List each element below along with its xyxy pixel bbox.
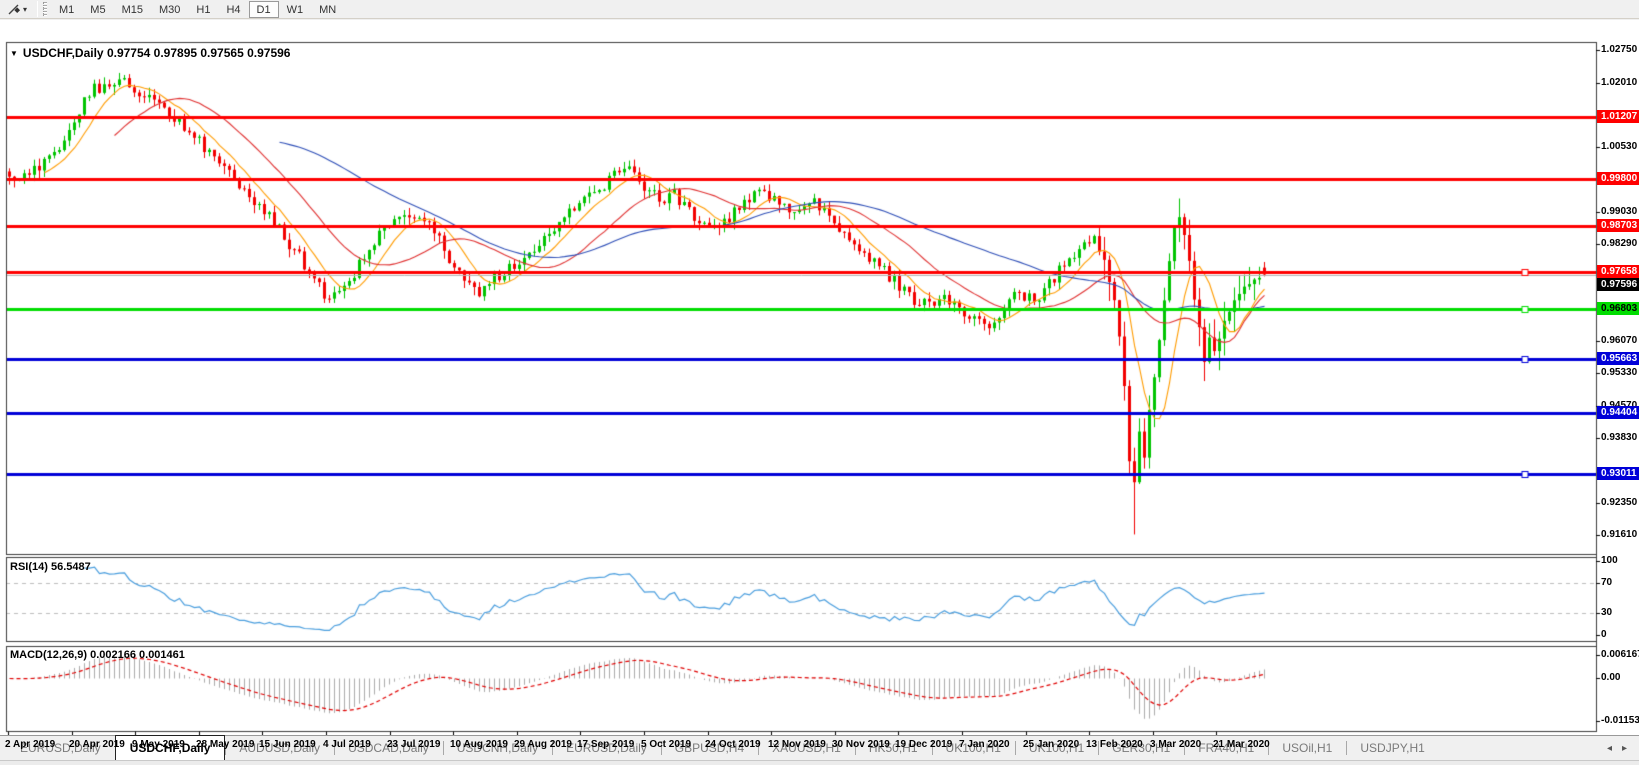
date-axis-label: 7 Jan 2020 [959, 739, 1010, 750]
price-axis-tick: 1.02010 [1601, 77, 1639, 88]
level-price-box: 0.95663 [1597, 352, 1639, 365]
line-studies-icon [7, 2, 21, 16]
rsi-axis-tick: 70 [1601, 577, 1639, 588]
tab-scroll-controls: ◂ ▸ [1607, 743, 1639, 754]
price-axis-tick: 1.02750 [1601, 44, 1639, 55]
chart-window: ▼ USDCHF,Daily 0.97754 0.97895 0.97565 0.… [0, 20, 1639, 717]
timeframe-button-mn[interactable]: MN [311, 1, 344, 18]
rsi-axis-tick: 0 [1601, 629, 1639, 640]
level-price-box: 0.96803 [1597, 302, 1639, 315]
macd-indicator-label: MACD(12,26,9) 0.002166 0.001461 [10, 649, 185, 661]
level-price-box: 1.01207 [1597, 110, 1639, 123]
date-axis-label: 23 Jul 2019 [387, 739, 440, 750]
chevron-down-icon: ▾ [23, 5, 27, 14]
tab-scroll-right-icon[interactable]: ▸ [1622, 743, 1627, 754]
macd-axis-tick: 0.00 [1601, 672, 1639, 683]
rsi-axis-tick: 100 [1601, 555, 1639, 566]
timeframe-button-m5[interactable]: M5 [82, 1, 113, 18]
date-axis-label: 15 Jun 2019 [259, 739, 316, 750]
timeframe-button-h1[interactable]: H1 [188, 1, 218, 18]
price-axis-tick: 0.92350 [1601, 497, 1639, 508]
trading-app: ▾ M1M5M15M30H1H4D1W1MN ▼ USDCHF,Daily 0.9… [0, 0, 1639, 765]
level-price-box: 0.97658 [1597, 265, 1639, 278]
date-axis-label: 10 Aug 2019 [450, 739, 508, 750]
price-axis-tick: 0.91610 [1601, 529, 1639, 540]
timeframe-button-m15[interactable]: M15 [114, 1, 151, 18]
date-axis-label: 5 Oct 2019 [641, 739, 691, 750]
level-price-box: 0.93011 [1597, 467, 1639, 480]
price-axis-tick: 0.93830 [1601, 432, 1639, 443]
chart-tab-usoil-h1[interactable]: USOil,H1 [1268, 737, 1346, 760]
date-axis-label: 24 Oct 2019 [705, 739, 761, 750]
date-axis-label: 4 Jul 2019 [323, 739, 371, 750]
timeframe-button-d1[interactable]: D1 [249, 1, 279, 18]
date-axis-label: 17 Sep 2019 [577, 739, 634, 750]
date-axis-label: 9 May 2019 [132, 739, 185, 750]
chart-title: ▼ USDCHF,Daily 0.97754 0.97895 0.97565 0.… [10, 46, 290, 60]
date-axis-label: 30 Nov 2019 [832, 739, 890, 750]
price-chart-canvas[interactable] [0, 41, 1639, 737]
timeframe-button-h4[interactable]: H4 [218, 1, 248, 18]
rsi-axis-tick: 30 [1601, 607, 1639, 618]
chart-symbol-period: USDCHF,Daily [23, 46, 104, 60]
macd-axis-tick: -0.011531 [1601, 715, 1639, 726]
current-price-box: 0.97596 [1597, 278, 1639, 291]
level-price-box: 0.98703 [1597, 219, 1639, 232]
timeframe-button-m30[interactable]: M30 [151, 1, 188, 18]
timeframe-button-w1[interactable]: W1 [279, 1, 312, 18]
date-axis-label: 12 Nov 2019 [768, 739, 826, 750]
date-axis-label: 29 Aug 2019 [514, 739, 572, 750]
rsi-indicator-label: RSI(14) 56.5487 [10, 561, 91, 573]
line-studies-button[interactable]: ▾ [4, 1, 30, 18]
date-axis-label: 13 Feb 2020 [1086, 739, 1143, 750]
toolbar-grip[interactable] [43, 2, 47, 16]
timeframe-button-m1[interactable]: M1 [51, 1, 82, 18]
chart-ohlc-values: 0.97754 0.97895 0.97565 0.97596 [107, 46, 291, 60]
date-axis-label: 20 Apr 2019 [69, 739, 125, 750]
date-axis-label: 25 Jan 2020 [1023, 739, 1079, 750]
price-axis-tick: 0.95330 [1601, 367, 1639, 378]
price-axis-tick: 1.00530 [1601, 141, 1639, 152]
price-axis-tick: 0.96070 [1601, 335, 1639, 346]
timeframe-toolbar: ▾ M1M5M15M30H1H4D1W1MN [0, 0, 1639, 19]
date-axis-label: 19 Dec 2019 [895, 739, 952, 750]
level-price-box: 0.94404 [1597, 406, 1639, 419]
date-axis-label: 21 Mar 2020 [1213, 739, 1270, 750]
tab-scroll-left-icon[interactable]: ◂ [1607, 743, 1612, 754]
price-axis-tick: 0.99030 [1601, 206, 1639, 217]
level-price-box: 0.99800 [1597, 172, 1639, 185]
date-axis-label: 28 May 2019 [196, 739, 254, 750]
toolbar-separator [37, 1, 38, 17]
price-axis-tick: 0.98290 [1601, 238, 1639, 249]
date-axis-label: 3 Mar 2020 [1150, 739, 1201, 750]
date-axis-label: 2 Apr 2019 [5, 739, 55, 750]
chart-tab-usdjpy-h1[interactable]: USDJPY,H1 [1346, 737, 1438, 760]
symbol-dropdown-icon: ▼ [10, 49, 18, 58]
status-strip [0, 760, 1639, 765]
macd-axis-tick: 0.006167 [1601, 649, 1639, 660]
